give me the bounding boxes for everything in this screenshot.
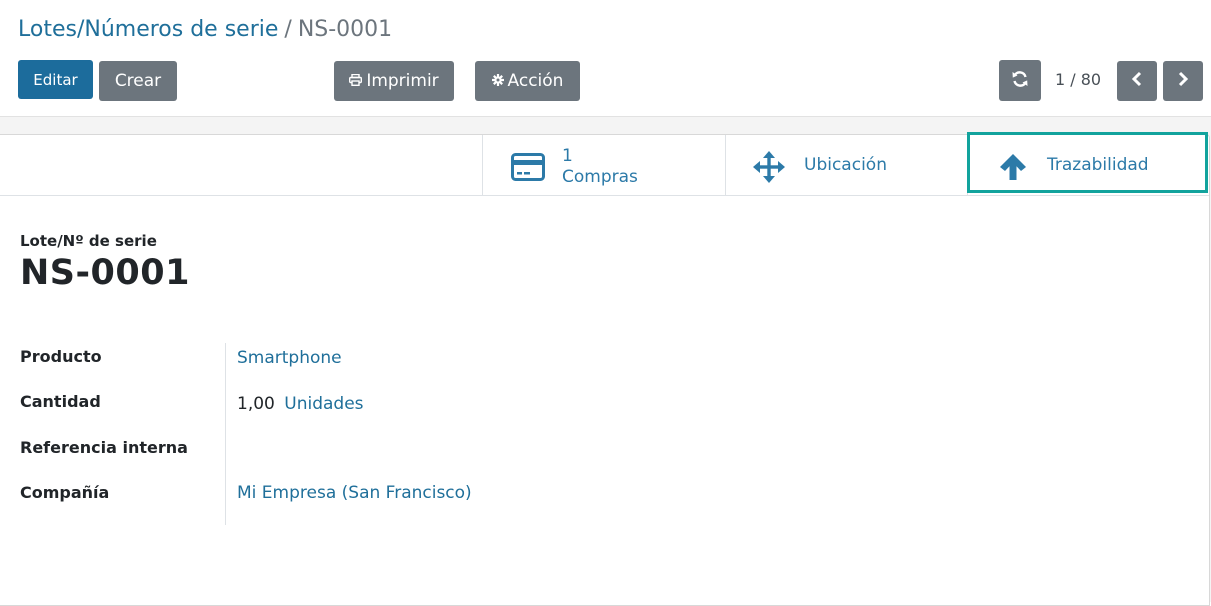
internal-reference-label: Referencia interna [20,438,188,457]
breadcrumb-parent-link[interactable]: Lotes/Números de serie [18,17,278,42]
product-label: Producto [20,347,102,366]
field-divider [225,343,226,525]
arrows-move-icon [753,151,785,187]
product-link[interactable]: Smartphone [237,348,342,368]
record-name-label: Lote/Nº de serie [20,232,157,250]
breadcrumb-separator: / [284,17,292,42]
form-sheet: 1 Compras Ubicación Trazabilidad [0,132,1210,606]
edit-button[interactable]: Editar [18,60,93,99]
location-smart-button[interactable]: Ubicación [725,135,967,195]
chevron-left-icon [1131,71,1143,91]
quantity-label: Cantidad [20,392,101,411]
print-button[interactable]: Imprimir [334,61,454,101]
company-link[interactable]: Mi Empresa (San Francisco) [237,483,472,503]
pager-previous-button[interactable] [1117,61,1157,101]
refresh-icon [1011,70,1029,92]
chevron-right-icon [1177,71,1189,91]
smart-button-box: 1 Compras Ubicación Trazabilidad [0,132,1209,196]
create-button-label: Crear [114,71,162,91]
traceability-label: Trazabilidad [1047,155,1149,175]
action-button[interactable]: Acción [475,61,580,101]
location-label: Ubicación [804,155,887,175]
control-panel: Lotes/Números de serie / NS-0001 Editar Cr… [0,0,1211,117]
pager-value[interactable]: 1 / 80 [1055,69,1101,91]
breadcrumb: Lotes/Números de serie / NS-0001 [18,15,392,45]
purchases-label: Compras [562,167,638,187]
printer-icon [349,73,363,89]
record-title: NS-0001 [20,253,190,293]
arrow-up-icon [999,153,1027,185]
unit-of-measure-link[interactable]: Unidades [284,394,363,414]
company-label: Compañía [20,483,110,502]
print-button-label: Imprimir [366,71,439,91]
quantity-value: 1,00 [237,394,275,414]
edit-button-label: Editar [33,70,78,89]
quantity-field: 1,00 Unidades [237,394,364,414]
refresh-button[interactable] [999,60,1041,101]
breadcrumb-current: NS-0001 [297,17,393,42]
pager-next-button[interactable] [1163,61,1203,101]
gear-icon [491,73,504,89]
purchases-smart-button[interactable]: 1 Compras [482,135,725,195]
action-button-label: Acción [507,71,564,91]
traceability-smart-button[interactable]: Trazabilidad [967,135,1209,195]
credit-card-icon [511,153,545,185]
create-button[interactable]: Crear [99,61,177,101]
purchases-count: 1 [562,146,573,166]
